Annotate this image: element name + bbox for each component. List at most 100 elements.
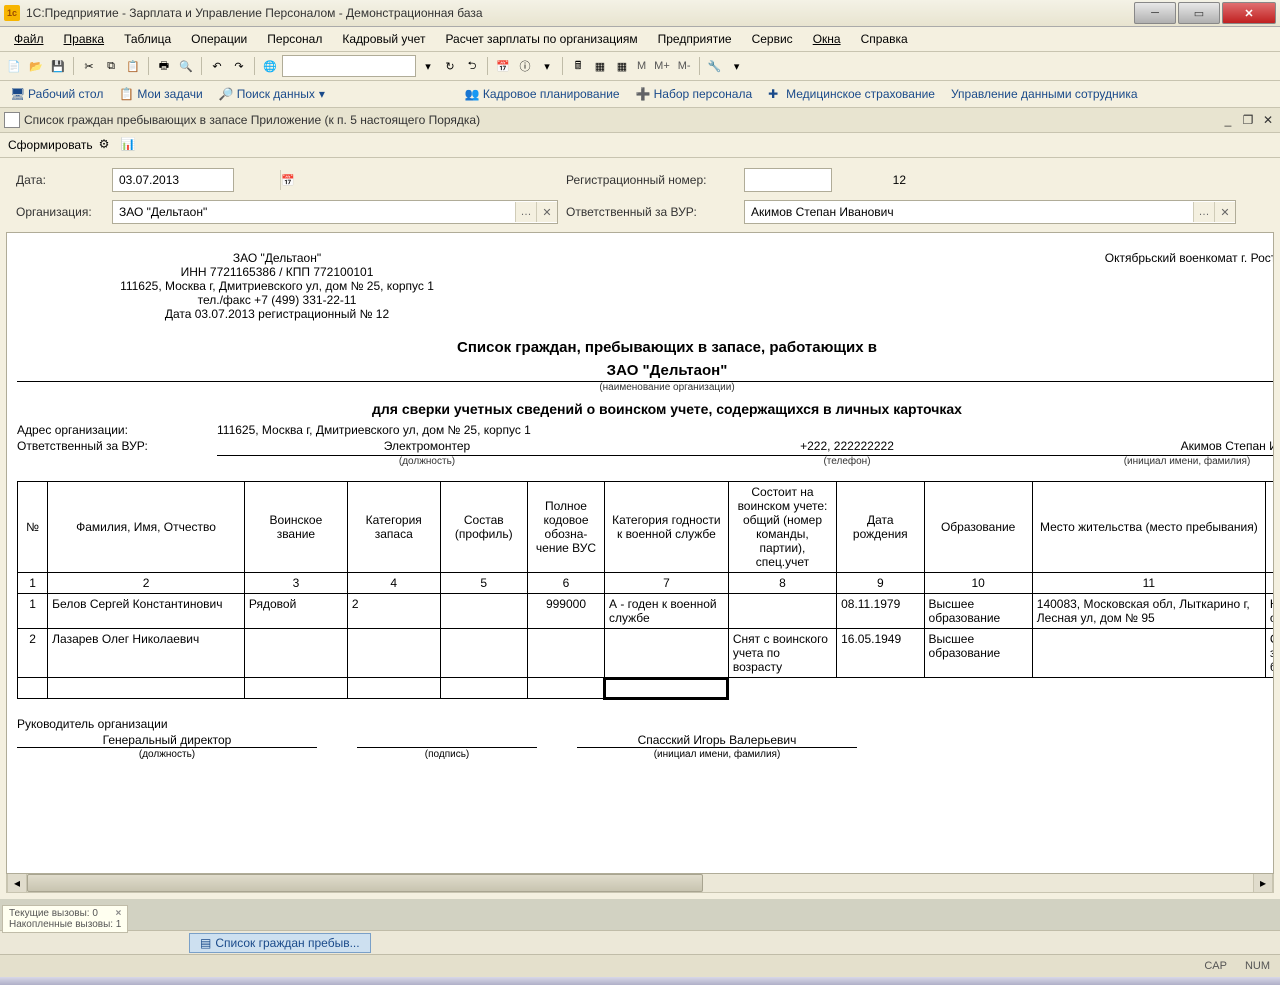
table-row-empty[interactable] xyxy=(18,678,1275,699)
reg-input[interactable] xyxy=(745,173,912,187)
nav-upr[interactable]: Управление данными сотрудника xyxy=(945,87,1144,101)
nav-kadr[interactable]: 👥Кадровое планирование xyxy=(459,87,626,101)
menu-enterprise[interactable]: Предприятие xyxy=(648,29,742,49)
menu-windows[interactable]: Окна xyxy=(803,29,851,49)
tree-icon[interactable]: 📊 xyxy=(121,137,137,153)
status-cap: CAP xyxy=(1204,960,1227,972)
org-select-button[interactable]: … xyxy=(515,202,536,222)
mplus-button[interactable]: M+ xyxy=(651,60,673,72)
org-input[interactable] xyxy=(113,205,515,219)
cut-icon[interactable]: ✂ xyxy=(79,56,99,76)
menu-hr[interactable]: Кадровый учет xyxy=(332,29,435,49)
gear-icon[interactable]: ⚙ xyxy=(99,137,115,153)
params-panel: Дата: 📅 Регистрационный номер: Организац… xyxy=(0,158,1280,232)
info-icon[interactable]: ⓘ xyxy=(515,56,535,76)
nav-desktop[interactable]: 🖥Рабочий стол xyxy=(4,87,109,101)
org-header: ЗАО "Дельтаон" ИНН 7721165386 / КПП 7721… xyxy=(17,251,537,321)
preview-icon[interactable]: 🔍 xyxy=(176,56,196,76)
table-row[interactable]: 1 Белов Сергей Константинович Рядовой 2 … xyxy=(18,594,1275,629)
save-icon[interactable]: 💾 xyxy=(48,56,68,76)
menu-file[interactable]: Файл xyxy=(4,29,54,49)
horizontal-scrollbar[interactable]: ◂ ▸ xyxy=(6,874,1274,893)
doc-restore-button[interactable]: ❐ xyxy=(1240,113,1256,127)
document-content: ЗАО "Дельтаон" ИНН 7721165386 / КПП 7721… xyxy=(7,233,1274,790)
org-field[interactable]: … ✕ xyxy=(112,200,558,224)
table-row[interactable]: 2 Лазарев Олег Николаевич Снят с воинско… xyxy=(18,629,1275,678)
calls-popup: × Текущие вызовы: 0 Накопленные вызовы: … xyxy=(2,905,128,933)
resp-clear-button[interactable]: ✕ xyxy=(1214,202,1235,222)
table-header-row: № Фамилия, Имя, Отчество Воинское звание… xyxy=(18,482,1275,573)
paste-icon[interactable]: 📋 xyxy=(123,56,143,76)
mminus-button[interactable]: M- xyxy=(675,60,694,72)
copy-icon[interactable]: ⧉ xyxy=(101,56,121,76)
resp-tel: +222, 222222222 xyxy=(637,439,1057,453)
calendar-button-icon[interactable]: 📅 xyxy=(280,170,295,190)
addr-label: Адрес организации: xyxy=(17,423,217,437)
desktop-icon: 🖥 xyxy=(10,87,24,101)
menu-personnel[interactable]: Персонал xyxy=(257,29,332,49)
menu-service[interactable]: Сервис xyxy=(742,29,803,49)
window-title: 1С:Предприятие - Зарплата и Управление П… xyxy=(26,6,1132,20)
shield-icon: ✚ xyxy=(768,87,782,101)
grid2-icon[interactable]: ▦ xyxy=(612,56,632,76)
grid1-icon[interactable]: ▦ xyxy=(590,56,610,76)
nav-back-icon[interactable]: ⮌ xyxy=(462,56,482,76)
reg-field[interactable] xyxy=(744,168,832,192)
quick-search-input[interactable] xyxy=(282,55,416,77)
dropdown-icon[interactable]: ▾ xyxy=(418,56,438,76)
resp-input[interactable] xyxy=(745,205,1193,219)
scroll-right-icon[interactable]: ▸ xyxy=(1253,874,1273,892)
resp-select-button[interactable]: … xyxy=(1193,202,1214,222)
maximize-button[interactable]: ▭ xyxy=(1178,2,1220,24)
calc-icon[interactable]: 🖩 xyxy=(568,56,588,76)
resp-name: Акимов Степан Иванови xyxy=(1057,439,1274,453)
selected-cell[interactable] xyxy=(604,678,728,699)
date-field[interactable]: 📅 xyxy=(112,168,234,192)
calls-close-icon[interactable]: × xyxy=(116,908,122,919)
open-icon[interactable]: 📂 xyxy=(26,56,46,76)
menu-salary[interactable]: Расчет зарплаты по организациям xyxy=(435,29,647,49)
m-button[interactable]: M xyxy=(634,60,649,72)
scroll-left-icon[interactable]: ◂ xyxy=(7,874,27,892)
doc-close-button[interactable]: ✕ xyxy=(1260,113,1276,127)
document-area: ЗАО "Дельтаон" ИНН 7721165386 / КПП 7721… xyxy=(0,232,1280,899)
doc-minimize-button[interactable]: _ xyxy=(1220,113,1236,127)
toolbar: 📄 📂 💾 ✂ ⧉ 📋 🖶 🔍 ↶ ↷ 🌐 ▾ ↻ ⮌ 📅 ⓘ ▾ 🖩 ▦ ▦ … xyxy=(0,52,1280,81)
dd3-icon[interactable]: ▾ xyxy=(727,56,747,76)
dd2-icon[interactable]: ▾ xyxy=(537,56,557,76)
print-icon[interactable]: 🖶 xyxy=(154,56,174,76)
document-scroll[interactable]: ЗАО "Дельтаон" ИНН 7721165386 / КПП 7721… xyxy=(6,232,1274,874)
resp-field[interactable]: … ✕ xyxy=(744,200,1236,224)
menubar: Файл Правка Таблица Операции Персонал Ка… xyxy=(0,27,1280,52)
recipient: Октябрьский военкомат г. Ростова-на- xyxy=(1105,251,1274,321)
calendar-icon[interactable]: 📅 xyxy=(493,56,513,76)
menu-table[interactable]: Таблица xyxy=(114,29,181,49)
nav-search[interactable]: 🔎Поиск данных ▾ xyxy=(213,87,331,101)
form-button[interactable]: Сформировать xyxy=(8,138,93,152)
people-icon: 👥 xyxy=(465,87,479,101)
refresh-icon[interactable]: ↻ xyxy=(440,56,460,76)
nav-med[interactable]: ✚Медицинское страхование xyxy=(762,87,941,101)
menu-help[interactable]: Справка xyxy=(851,29,918,49)
reserve-table[interactable]: № Фамилия, Имя, Отчество Воинское звание… xyxy=(17,481,1274,699)
minimize-button[interactable]: ─ xyxy=(1134,2,1176,24)
navbar: 🖥Рабочий стол 📋Мои задачи 🔎Поиск данных … xyxy=(0,81,1280,108)
undo-icon[interactable]: ↶ xyxy=(207,56,227,76)
nav-tasks[interactable]: 📋Мои задачи xyxy=(113,87,208,101)
nav-nabor[interactable]: ➕Набор персонала xyxy=(630,87,759,101)
link-icon[interactable]: 🌐 xyxy=(260,56,280,76)
menu-operations[interactable]: Операции xyxy=(181,29,257,49)
new-icon[interactable]: 📄 xyxy=(4,56,24,76)
org-clear-button[interactable]: ✕ xyxy=(536,202,557,222)
date-input[interactable] xyxy=(113,173,280,187)
redo-icon[interactable]: ↷ xyxy=(229,56,249,76)
report-subtitle: для сверки учетных сведений о воинском у… xyxy=(17,401,1274,417)
app-logo-icon: 1c xyxy=(4,5,20,21)
titlebar: 1c 1С:Предприятие - Зарплата и Управлени… xyxy=(0,0,1280,27)
document-icon xyxy=(4,112,20,128)
scroll-thumb[interactable] xyxy=(27,874,703,892)
menu-edit[interactable]: Правка xyxy=(54,29,115,49)
close-button[interactable]: ✕ xyxy=(1222,2,1276,24)
task-current[interactable]: ▤ Список граждан пребыв... xyxy=(189,933,371,953)
wrench-icon[interactable]: 🔧 xyxy=(705,56,725,76)
